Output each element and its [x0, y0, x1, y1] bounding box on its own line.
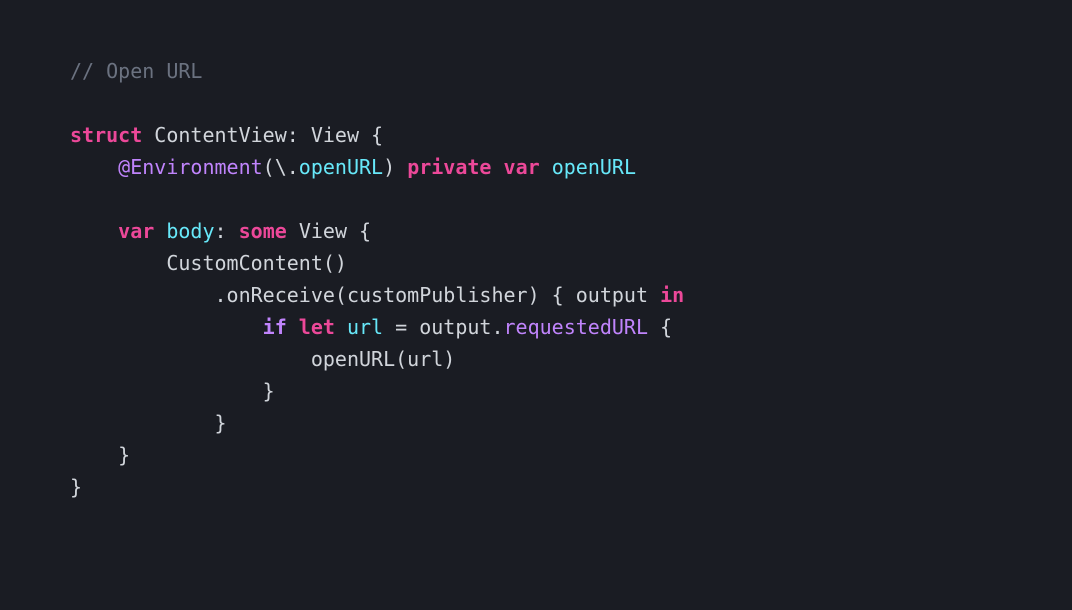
- custom-publisher-arg: customPublisher: [347, 283, 528, 307]
- body-variable: body: [166, 219, 214, 243]
- comment-line: // Open URL: [70, 59, 202, 83]
- struct-keyword: struct: [70, 123, 142, 147]
- env-keypath: openURL: [299, 155, 383, 179]
- url-variable: url: [347, 315, 383, 339]
- in-keyword: in: [660, 283, 684, 307]
- output-ref: output: [419, 315, 491, 339]
- output-param: output: [576, 283, 648, 307]
- code-block: // Open URL struct ContentView: View { @…: [70, 55, 1002, 503]
- openurl-call: openURL: [311, 347, 395, 371]
- custom-content-call: CustomContent: [166, 251, 323, 275]
- view-protocol: View: [311, 123, 359, 147]
- on-receive-call: onReceive: [227, 283, 335, 307]
- url-arg: url: [407, 347, 443, 371]
- var-keyword-1: var: [504, 155, 540, 179]
- let-keyword: let: [299, 315, 335, 339]
- private-keyword: private: [407, 155, 491, 179]
- struct-name: ContentView: [154, 123, 286, 147]
- some-keyword: some: [239, 219, 287, 243]
- requested-url-prop: requestedURL: [504, 315, 649, 339]
- if-keyword: if: [263, 315, 287, 339]
- openurl-variable: openURL: [552, 155, 636, 179]
- env-attribute: @Environment: [118, 155, 263, 179]
- var-keyword-2: var: [118, 219, 154, 243]
- view-type: View: [299, 219, 347, 243]
